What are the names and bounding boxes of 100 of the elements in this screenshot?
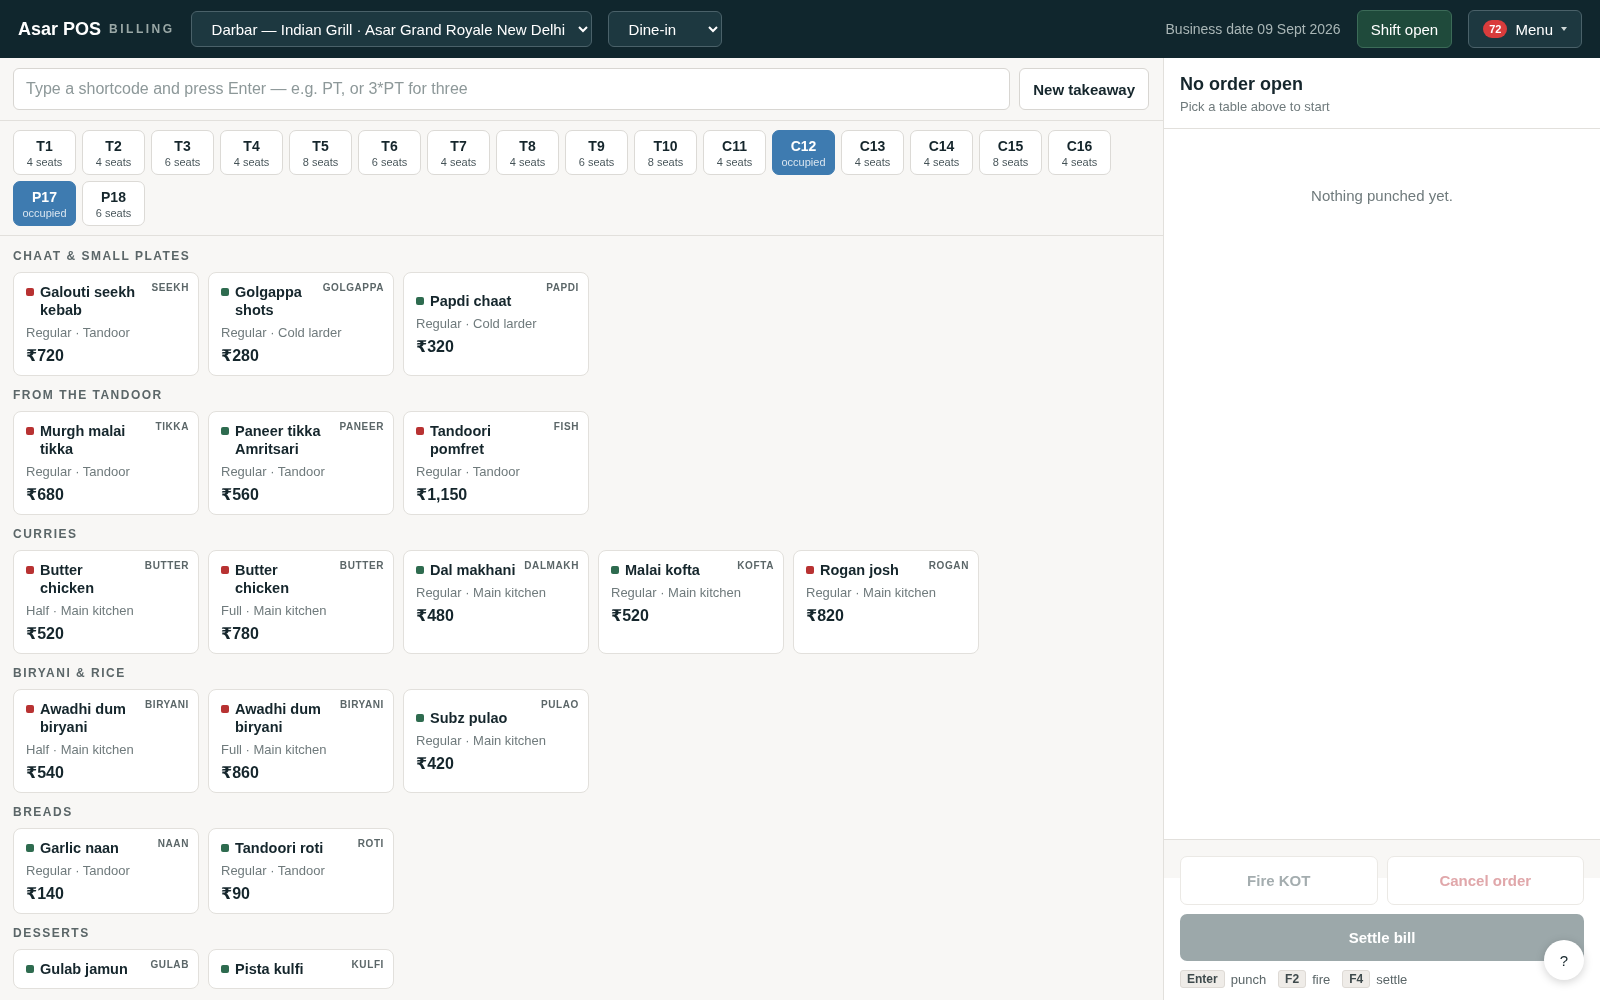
menu-item-card[interactable]: Awadhi dum biryani BIRYANI Half · Main kitchen ₹540 <box>13 689 199 793</box>
item-code: PAPDI <box>546 282 579 293</box>
item-name: Butter chicken <box>235 561 290 597</box>
item-code: BUTTER <box>339 560 384 571</box>
item-price: ₹140 <box>26 884 65 903</box>
menu-item-card[interactable]: Golgappa shots GOLGAPPA Regular · Cold larder ₹280 <box>208 272 394 376</box>
menu-button[interactable]: 72 Menu <box>1468 10 1582 48</box>
menu-item-card[interactable]: Tandoori pomfret FISH Regular · Tandoor ₹1,150 <box>403 411 589 515</box>
item-price: ₹1,150 <box>416 485 469 504</box>
menu-item-card[interactable]: Pista kulfi KULFI <box>208 949 394 989</box>
menu-item-card[interactable]: Paneer tikka Amritsari PANEER Regular · Tandoor ₹560 <box>208 411 394 515</box>
menu-item-card[interactable]: Papdi chaat PAPDI Regular · Cold larder ₹320 <box>403 272 589 376</box>
new-takeaway-button[interactable]: New takeaway <box>1019 68 1149 110</box>
menu-item-card[interactable]: Garlic naan NAAN Regular · Tandoor ₹140 <box>13 828 199 914</box>
item-code: ROTI <box>357 838 384 849</box>
item-price: ₹820 <box>806 606 845 625</box>
business-date: Business date 09 Sept 2026 <box>1165 21 1341 37</box>
item-detail: Regular · Cold larder <box>221 325 343 340</box>
order-subtitle: Pick a table above to start <box>1180 99 1331 114</box>
item-detail: Regular · Main kitchen <box>416 585 548 600</box>
menu-item-card[interactable]: Galouti seekh kebab SEEKH Regular · Tandoor ₹720 <box>13 272 199 376</box>
order-title: No order open <box>1180 74 1304 95</box>
item-price: ₹560 <box>221 485 260 504</box>
item-price: ₹280 <box>221 346 260 365</box>
item-name: Malai kofta <box>625 561 701 579</box>
menu-item-card[interactable]: Butter chicken BUTTER Half · Main kitchen ₹520 <box>13 550 199 654</box>
menu-item-card[interactable]: Awadhi dum biryani BIRYANI Full · Main kitchen ₹860 <box>208 689 394 793</box>
item-code: BIRYANI <box>339 699 384 710</box>
key-hint: F4 <box>1342 970 1371 988</box>
table-button[interactable]: T7 4 seats <box>427 130 490 175</box>
table-button[interactable]: T4 4 seats <box>220 130 283 175</box>
shortcode-field[interactable]: Type a shortcode and press Enter — e.g. PT, or 3*PT for three <box>13 68 1011 110</box>
item-code: KOFTA <box>737 560 774 571</box>
table-button[interactable]: C14 4 seats <box>910 130 973 175</box>
item-code: ROGAN <box>928 560 969 571</box>
help-button[interactable]: ? <box>1544 940 1584 980</box>
menu-item-card[interactable]: Subz pulao PULAO Regular · Main kitchen ₹420 <box>403 689 589 793</box>
item-name: Butter chicken <box>40 561 95 597</box>
table-button[interactable]: C12 occupied <box>772 130 835 175</box>
item-name: Tandoori roti <box>235 839 325 857</box>
item-detail: Regular · Main kitchen <box>416 733 548 748</box>
table-button[interactable]: C16 4 seats <box>1048 130 1111 175</box>
item-price: ₹480 <box>416 606 455 625</box>
table-button[interactable]: P17 occupied <box>13 181 76 226</box>
item-code: TIKKA <box>155 421 189 432</box>
menu-item-card[interactable]: Murgh malai tikka TIKKA Regular · Tandoor ₹680 <box>13 411 199 515</box>
section-heading: BREADS <box>13 805 74 819</box>
item-detail: Regular · Main kitchen <box>611 585 743 600</box>
item-code: BUTTER <box>144 560 189 571</box>
item-code: BIRYANI <box>144 699 189 710</box>
table-button[interactable]: T1 4 seats <box>13 130 76 175</box>
item-detail: Regular · Tandoor <box>221 863 326 878</box>
empty-message: Nothing punched yet. <box>1311 187 1453 205</box>
menu-item-card[interactable]: Tandoori roti ROTI Regular · Tandoor ₹90 <box>208 828 394 914</box>
item-detail: Regular · Tandoor <box>26 863 131 878</box>
table-button[interactable]: C15 8 seats <box>979 130 1042 175</box>
table-button[interactable]: T5 8 seats <box>289 130 352 175</box>
table-button[interactable]: C11 4 seats <box>703 130 766 175</box>
item-name: Gulab jamun <box>40 960 129 978</box>
item-price: ₹420 <box>416 754 455 773</box>
caret-icon <box>1561 27 1567 31</box>
item-detail: Regular · Tandoor <box>416 464 521 479</box>
menu-item-card[interactable]: Malai kofta KOFTA Regular · Main kitchen ₹520 <box>598 550 784 654</box>
item-name: Garlic naan <box>40 839 120 857</box>
table-button[interactable]: T10 8 seats <box>634 130 697 175</box>
item-detail: Half · Main kitchen <box>26 603 135 618</box>
section-heading: CURRIES <box>13 527 79 541</box>
item-detail: Full · Main kitchen <box>221 603 328 618</box>
table-button[interactable]: T6 6 seats <box>358 130 421 175</box>
service-select[interactable]: Dine-in <box>607 11 722 47</box>
section-heading: FROM THE TANDOOR <box>13 388 164 402</box>
item-price: ₹780 <box>221 624 260 643</box>
table-button[interactable]: C13 4 seats <box>841 130 904 175</box>
section-heading: DESSERTS <box>13 926 91 940</box>
item-name: Dal makhani <box>430 561 517 579</box>
key-hint: Enter <box>1180 970 1225 988</box>
key-action: punch <box>1230 971 1267 987</box>
table-button[interactable]: T2 4 seats <box>82 130 145 175</box>
shift-button[interactable]: Shift open <box>1356 10 1453 48</box>
item-code: GULAB <box>150 959 189 970</box>
key-action: fire <box>1312 971 1331 987</box>
menu-item-card[interactable]: Dal makhani DALMAKH Regular · Main kitchen ₹480 <box>403 550 589 654</box>
outlet-select[interactable]: Darbar — Indian Grill · Asar Grand Royale New Delhi <box>190 11 592 47</box>
key-action: settle <box>1376 971 1408 987</box>
item-name: Tandoori pomfret <box>430 422 492 458</box>
item-name: Murgh malai tikka <box>40 422 127 458</box>
item-detail: Regular · Tandoor <box>26 464 131 479</box>
brand-subtitle: BILLING <box>109 22 175 36</box>
item-price: ₹720 <box>26 346 65 365</box>
menu-item-card[interactable]: Butter chicken BUTTER Full · Main kitchen ₹780 <box>208 550 394 654</box>
menu-item-card[interactable]: Gulab jamun GULAB <box>13 949 199 989</box>
item-detail: Full · Main kitchen <box>221 742 328 757</box>
item-code: PULAO <box>541 699 579 710</box>
menu-item-card[interactable]: Rogan josh ROGAN Regular · Main kitchen ₹820 <box>793 550 979 654</box>
table-button[interactable]: T3 6 seats <box>151 130 214 175</box>
item-price: ₹520 <box>26 624 65 643</box>
table-button[interactable]: P18 6 seats <box>82 181 145 226</box>
table-button[interactable]: T8 4 seats <box>496 130 559 175</box>
table-button[interactable]: T9 6 seats <box>565 130 628 175</box>
item-name: Subz pulao <box>430 709 509 727</box>
